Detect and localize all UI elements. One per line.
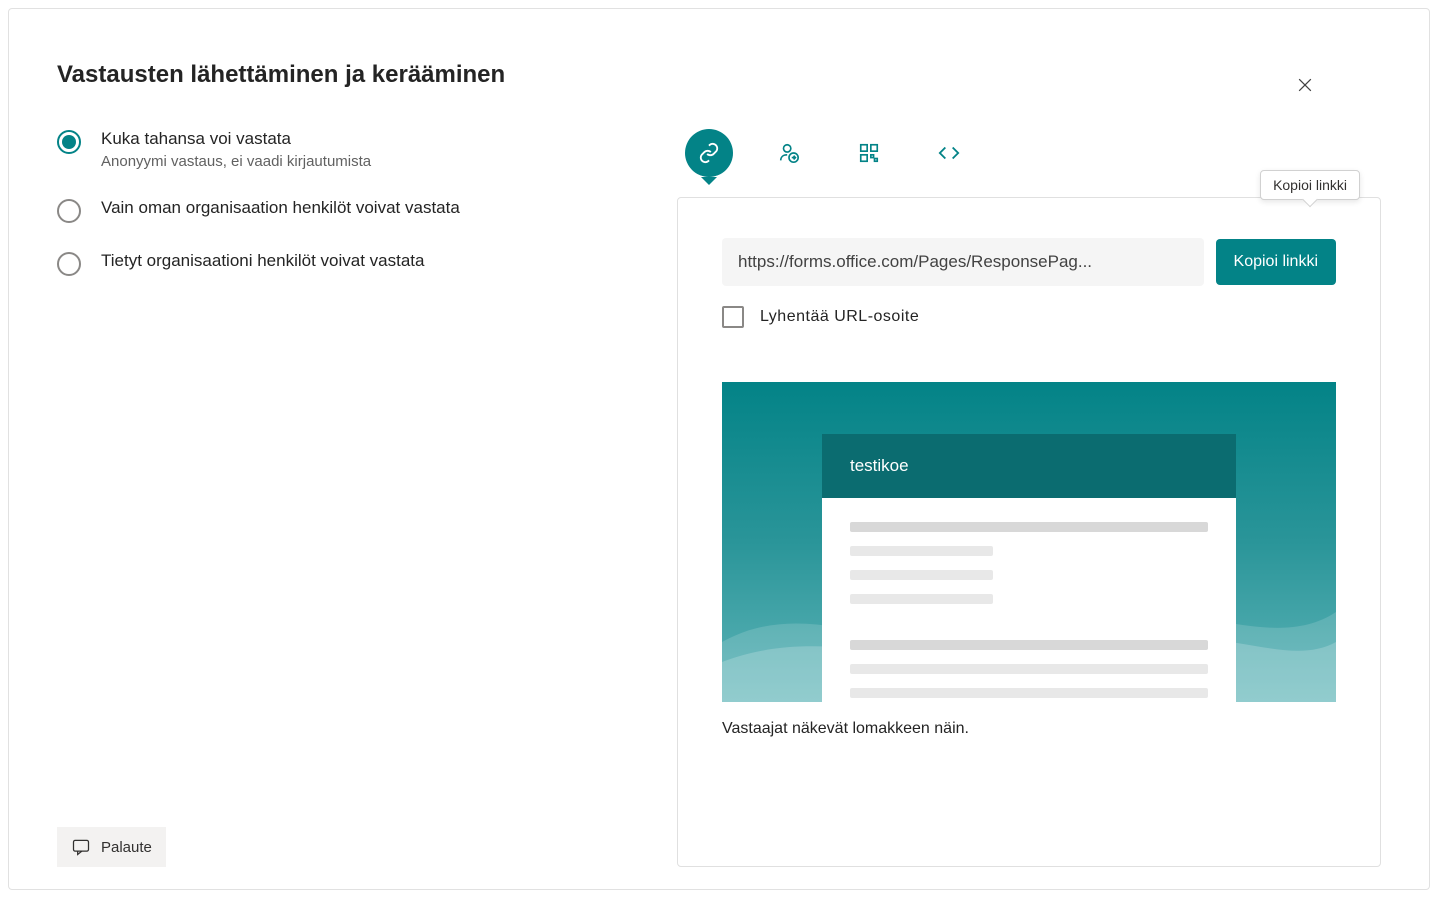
preview-body	[822, 498, 1236, 702]
skeleton-line	[850, 522, 1208, 532]
tab-embed[interactable]	[925, 129, 973, 177]
shorten-label: Lyhentää URL-osoite	[760, 308, 919, 326]
radio-texts: Tietyt organisaationi henkilöt voivat va…	[101, 251, 425, 271]
dialog-title: Vastausten lähettäminen ja kerääminen	[57, 61, 1381, 89]
preview-caption: Vastaajat näkevät lomakkeen näin.	[722, 720, 1336, 738]
form-preview: testikoe	[722, 382, 1336, 738]
radio-indicator	[57, 199, 81, 223]
radio-org[interactable]: Vain oman organisaation henkilöt voivat …	[57, 198, 617, 223]
person-arrow-icon	[778, 142, 800, 164]
preview-background: testikoe	[722, 382, 1336, 702]
skeleton-line	[850, 570, 993, 580]
radio-specific[interactable]: Tietyt organisaationi henkilöt voivat va…	[57, 251, 617, 276]
code-icon	[938, 142, 960, 164]
radio-label: Kuka tahansa voi vastata	[101, 129, 371, 149]
preview-form-title: testikoe	[822, 434, 1236, 498]
chat-icon	[71, 837, 91, 857]
tab-qr[interactable]	[845, 129, 893, 177]
radio-anyone[interactable]: Kuka tahansa voi vastata Anonyymi vastau…	[57, 129, 617, 170]
tab-link[interactable]	[685, 129, 733, 177]
share-panel: Kopioi linkki https://forms.office.com/P…	[677, 197, 1381, 867]
link-icon	[698, 142, 720, 164]
feedback-button[interactable]: Palaute	[57, 827, 166, 867]
tab-invite[interactable]	[765, 129, 813, 177]
radio-label: Tietyt organisaationi henkilöt voivat va…	[101, 251, 425, 271]
radio-label: Vain oman organisaation henkilöt voivat …	[101, 198, 460, 218]
skeleton-line	[850, 688, 1208, 698]
radio-indicator	[57, 130, 81, 154]
qr-icon	[858, 142, 880, 164]
shorten-row: Lyhentää URL-osoite	[722, 306, 1336, 328]
copy-tooltip: Kopioi linkki	[1260, 170, 1360, 200]
shorten-checkbox[interactable]	[722, 306, 744, 328]
radio-texts: Vain oman organisaation henkilöt voivat …	[101, 198, 460, 218]
share-dialog: Vastausten lähettäminen ja kerääminen Ku…	[8, 8, 1430, 890]
audience-radio-group: Kuka tahansa voi vastata Anonyymi vastau…	[57, 129, 617, 276]
feedback-label: Palaute	[101, 839, 152, 856]
preview-card: testikoe	[822, 434, 1236, 702]
skeleton-line	[850, 640, 1208, 650]
close-icon	[1295, 75, 1315, 95]
skeleton-line	[850, 546, 993, 556]
radio-indicator	[57, 252, 81, 276]
radio-texts: Kuka tahansa voi vastata Anonyymi vastau…	[101, 129, 371, 170]
skeleton-line	[850, 664, 1208, 674]
right-column: Kopioi linkki https://forms.office.com/P…	[677, 129, 1381, 867]
link-row: https://forms.office.com/Pages/ResponseP…	[722, 238, 1336, 286]
left-column: Kuka tahansa voi vastata Anonyymi vastau…	[57, 129, 617, 867]
link-input[interactable]: https://forms.office.com/Pages/ResponseP…	[722, 238, 1204, 286]
copy-link-button[interactable]: Kopioi linkki	[1216, 239, 1336, 285]
skeleton-line	[850, 594, 993, 604]
radio-sublabel: Anonyymi vastaus, ei vaadi kirjautumista	[101, 153, 371, 170]
close-button[interactable]	[1289, 69, 1321, 101]
dialog-content: Kuka tahansa voi vastata Anonyymi vastau…	[57, 129, 1381, 867]
